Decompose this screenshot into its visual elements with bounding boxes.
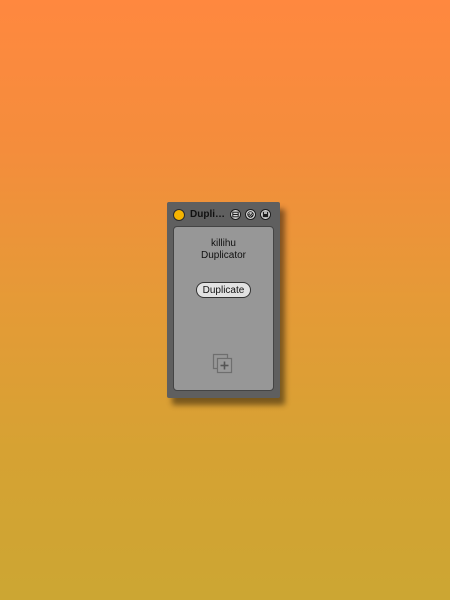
device-title: Duplicator (190, 209, 226, 220)
power-toggle-icon[interactable] (173, 208, 185, 221)
device-name-label: killihu Duplicator (174, 238, 273, 262)
fold-icon[interactable] (230, 209, 241, 220)
max-device: Duplicator killihu Duplicator Duplicate (167, 202, 280, 398)
save-preset-icon[interactable] (260, 209, 271, 220)
hot-swap-icon[interactable] (245, 209, 256, 220)
device-title-bar[interactable]: Duplicator (170, 205, 277, 224)
duplicate-button[interactable]: Duplicate (196, 282, 251, 298)
duplicate-add-icon (212, 353, 234, 375)
device-product-name: Duplicator (200, 250, 247, 261)
device-author: killihu (210, 238, 236, 249)
device-panel: killihu Duplicator Duplicate (173, 226, 274, 391)
